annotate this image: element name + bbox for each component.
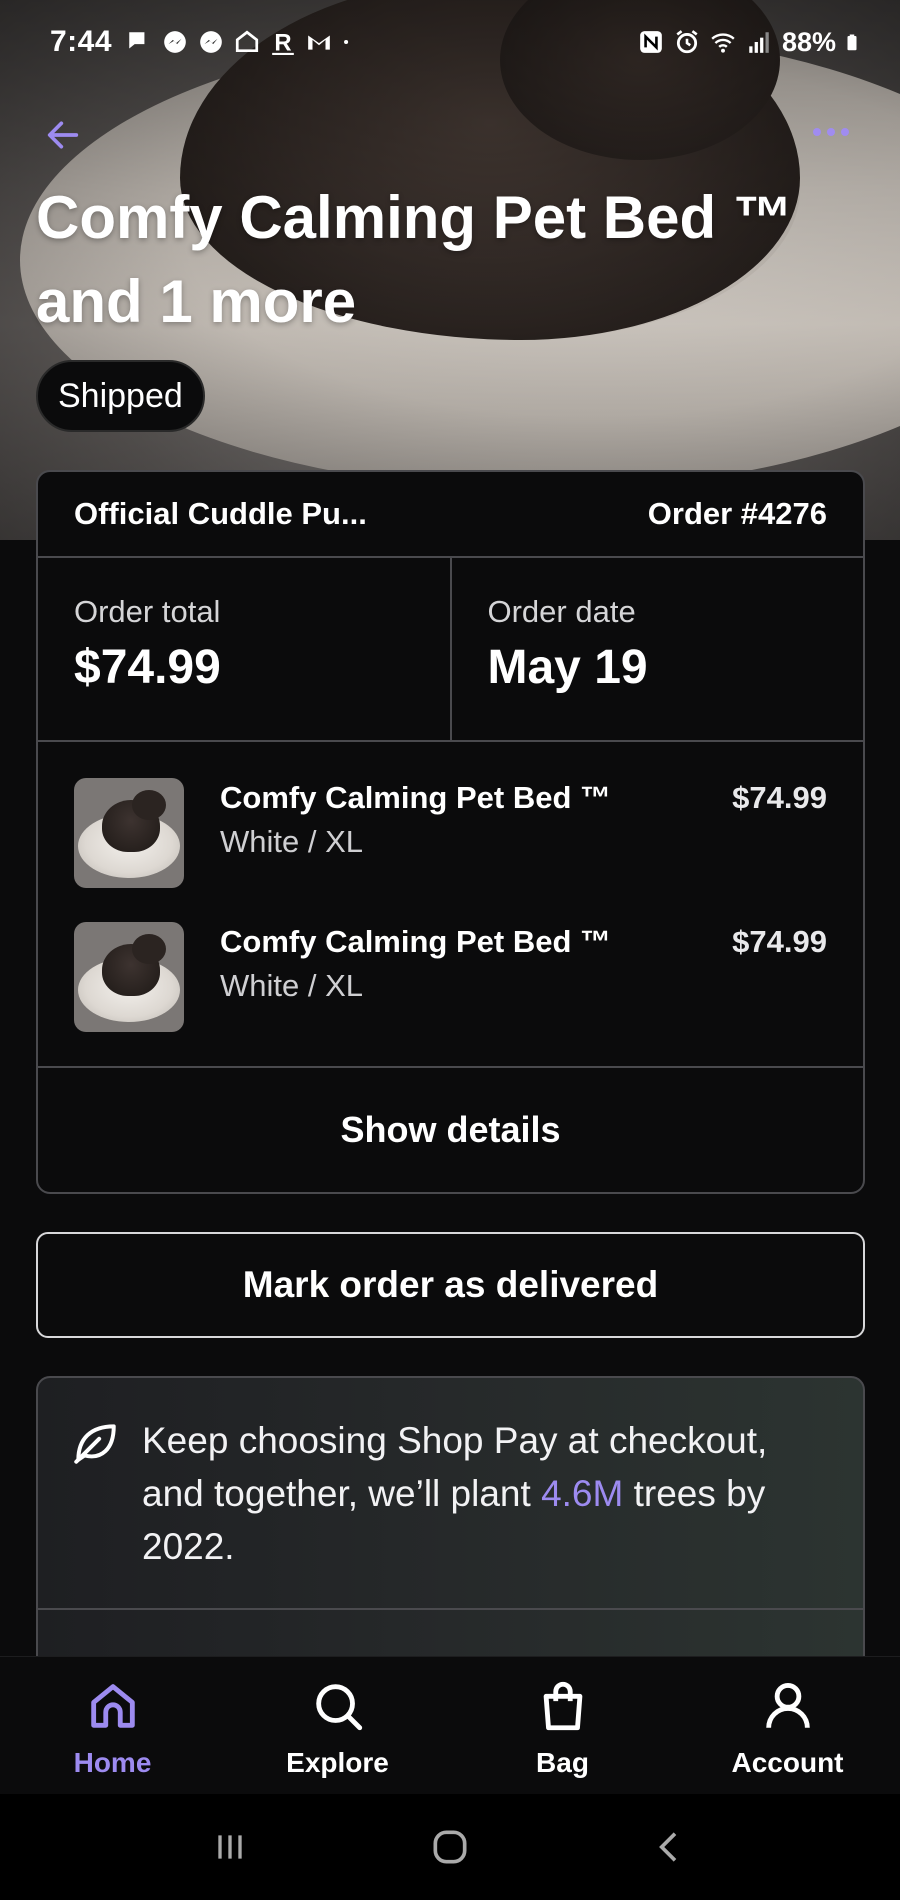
item-info: Comfy Calming Pet Bed ™ White / XL xyxy=(220,778,732,866)
chevron-left-icon xyxy=(659,1832,677,1862)
item-info: Comfy Calming Pet Bed ™ White / XL xyxy=(220,922,732,1010)
battery-percent: 88% xyxy=(781,26,836,57)
battery-icon xyxy=(847,34,857,51)
item-price: $74.99 xyxy=(732,924,827,959)
nav-account[interactable]: Account xyxy=(675,1657,900,1794)
more-options-button[interactable] xyxy=(806,112,856,152)
item-variant: White / XL xyxy=(220,968,363,1003)
more-dot xyxy=(841,128,849,136)
recent-apps-icon xyxy=(218,1835,242,1859)
list-item[interactable]: Comfy Calming Pet Bed ™ White / XL $74.9… xyxy=(74,922,827,1066)
order-card-header: Official Cuddle Pu... Order #4276 xyxy=(38,472,863,558)
notification-icons: R xyxy=(126,29,356,55)
account-icon xyxy=(765,1683,810,1728)
r-app-icon: R xyxy=(272,30,294,55)
nav-explore-label: Explore xyxy=(286,1747,389,1778)
product-thumbnail xyxy=(74,778,184,888)
back-button[interactable] xyxy=(40,112,86,158)
order-card: Official Cuddle Pu... Order #4276 Order … xyxy=(36,470,865,1194)
nav-explore[interactable]: Explore xyxy=(225,1657,450,1794)
store-name[interactable]: Official Cuddle Pu... xyxy=(74,496,367,532)
back-system-button[interactable] xyxy=(640,1817,700,1877)
more-dot xyxy=(813,128,821,136)
home-system-button[interactable] xyxy=(420,1817,480,1877)
home-alert-icon xyxy=(235,30,259,53)
status-time: 7:44 xyxy=(50,25,113,58)
messenger-icon-2 xyxy=(200,31,222,53)
nav-account-label: Account xyxy=(731,1747,844,1778)
leaf-icon xyxy=(74,1424,116,1464)
order-date-value: May 19 xyxy=(487,641,648,694)
order-date-label: Order date xyxy=(487,594,636,629)
nav-bag[interactable]: Bag xyxy=(450,1657,675,1794)
divider xyxy=(38,1608,863,1610)
nav-home[interactable]: Home xyxy=(0,1657,225,1794)
nav-bag-label: Bag xyxy=(536,1747,589,1778)
signal-icon xyxy=(749,32,769,53)
item-name: Comfy Calming Pet Bed ™ xyxy=(220,780,611,815)
status-right: 88% xyxy=(638,27,864,58)
gmail-icon xyxy=(308,35,330,50)
alarm-icon xyxy=(676,30,698,54)
nfc-icon xyxy=(640,31,662,53)
item-name: Comfy Calming Pet Bed ™ xyxy=(220,924,611,959)
order-items-list: Comfy Calming Pet Bed ™ White / XL $74.9… xyxy=(38,742,863,1068)
more-dot xyxy=(827,128,835,136)
status-bar: 7:44 R 88% xyxy=(0,18,900,66)
status-badge: Shipped xyxy=(36,360,205,432)
dot-icon xyxy=(344,39,349,45)
list-item[interactable]: Comfy Calming Pet Bed ™ White / XL $74.9… xyxy=(74,778,827,922)
page-title: Comfy Calming Pet Bed ™ and 1 more xyxy=(36,184,793,335)
order-total-section: Order total $74.99 xyxy=(38,558,450,740)
order-total-value: $74.99 xyxy=(74,641,221,694)
wifi-icon xyxy=(711,33,735,53)
svg-text:R: R xyxy=(274,30,291,55)
bag-icon xyxy=(543,1681,582,1731)
messenger-icon xyxy=(164,31,186,53)
item-variant: White / XL xyxy=(220,824,363,859)
order-total-label: Order total xyxy=(74,594,221,629)
message-icon xyxy=(129,32,145,49)
product-thumbnail xyxy=(74,922,184,1032)
item-price: $74.99 xyxy=(732,780,827,815)
eco-banner: Keep choosing Shop Pay at checkout, and … xyxy=(36,1376,865,1676)
arrow-left-icon xyxy=(47,121,79,149)
home-circle-icon xyxy=(433,1830,467,1864)
nav-home-label: Home xyxy=(73,1747,152,1778)
home-icon xyxy=(90,1684,135,1728)
search-icon xyxy=(315,1684,362,1731)
bottom-nav: Home Explore Bag Account xyxy=(0,1656,900,1794)
order-stats: Order total $74.99 Order date May 19 xyxy=(38,558,863,742)
order-number: Order #4276 xyxy=(647,496,827,531)
order-date-section: Order date May 19 xyxy=(449,558,864,740)
show-details-button[interactable]: Show details xyxy=(38,1068,863,1192)
recent-apps-button[interactable] xyxy=(200,1817,260,1877)
system-nav-bar xyxy=(0,1794,900,1900)
mark-delivered-button[interactable]: Mark order as delivered xyxy=(36,1232,865,1338)
eco-message: Keep choosing Shop Pay at checkout, and … xyxy=(142,1414,827,1573)
eco-highlight: 4.6M xyxy=(541,1473,624,1514)
